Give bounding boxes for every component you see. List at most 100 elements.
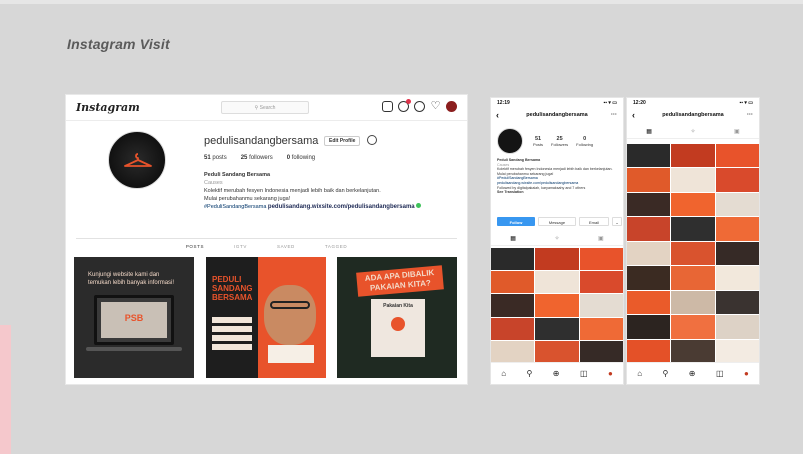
followers-count[interactable]: 25 followers [241, 155, 273, 161]
post-thumbnail[interactable] [715, 266, 759, 290]
igtv-tab-icon[interactable]: ✧ [554, 235, 559, 245]
status-icons: ▪▪ ▾ ▭ [739, 100, 753, 106]
tagged-tab-icon[interactable]: ▣ [598, 235, 604, 245]
post-2-tag-1 [212, 317, 252, 323]
post-thumbnail[interactable] [491, 271, 535, 294]
post-thumbnail[interactable] [579, 294, 623, 317]
post-thumbnail[interactable] [627, 144, 671, 168]
igtv-tab-icon[interactable]: ✧ [690, 128, 695, 138]
post-thumbnail[interactable] [491, 248, 535, 271]
bio-website-link[interactable]: pedulisandang.wixsite.com/pedulisandangb… [268, 204, 415, 210]
post-thumbnail[interactable] [627, 168, 671, 192]
grid-tab-icon[interactable]: ▦ [510, 235, 516, 245]
mobile-post-grid [491, 248, 623, 363]
profile-avatar-icon[interactable]: ● [608, 369, 613, 378]
heart-icon[interactable]: ♡ [430, 101, 441, 112]
post-thumbnail[interactable] [535, 340, 579, 363]
explore-icon[interactable] [414, 101, 425, 112]
post-2-title: PEDULI SANDANG BERSAMA [212, 275, 253, 302]
post-thumbnail[interactable] [627, 266, 671, 290]
post-thumbnail[interactable] [715, 315, 759, 339]
post-thumbnail[interactable] [491, 317, 535, 340]
post-thumbnail[interactable] [579, 271, 623, 294]
post-thumbnail[interactable] [671, 217, 715, 241]
tab-saved[interactable]: SAVED [277, 244, 295, 249]
chevron-down-icon[interactable]: ⌄ [612, 217, 622, 226]
post-thumbnail[interactable] [715, 241, 759, 266]
post-thumbnail[interactable] [627, 241, 671, 266]
post-thumbnail[interactable] [671, 339, 715, 363]
post-thumbnail-2[interactable]: PEDULI SANDANG BERSAMA [206, 257, 326, 378]
profile-picture[interactable] [108, 131, 166, 189]
shop-icon[interactable]: ◫ [716, 369, 724, 378]
post-thumbnail[interactable] [535, 317, 579, 340]
post-thumbnail[interactable] [535, 248, 579, 271]
mobile-followers-count[interactable]: 25 Followers [551, 136, 568, 147]
tagged-tab-icon[interactable]: ▣ [734, 128, 740, 138]
post-thumbnail[interactable] [715, 217, 759, 241]
post-thumbnail[interactable] [535, 294, 579, 317]
verified-check-icon [416, 203, 422, 208]
search-icon[interactable]: ⚲ [527, 369, 533, 378]
post-thumbnail[interactable] [715, 168, 759, 192]
post-thumbnail[interactable] [671, 266, 715, 290]
post-thumbnail[interactable] [715, 290, 759, 315]
post-thumbnail[interactable] [671, 241, 715, 266]
post-1-text: Kunjungi website kami dan temukan lebih … [88, 272, 175, 286]
grid-tab-icon[interactable]: ▦ [646, 128, 652, 138]
post-thumbnail[interactable] [627, 339, 671, 363]
edit-profile-button[interactable]: Edit Profile [324, 136, 361, 146]
post-thumbnail[interactable] [579, 248, 623, 271]
post-thumbnail[interactable] [579, 340, 623, 363]
following-count[interactable]: 0 following [287, 155, 315, 161]
post-thumbnail[interactable] [671, 290, 715, 315]
tab-posts[interactable]: POSTS [186, 244, 204, 249]
post-thumbnail[interactable] [715, 144, 759, 168]
post-thumbnail[interactable] [491, 294, 535, 317]
post-thumbnail[interactable] [671, 192, 715, 217]
follow-button[interactable]: Follow [497, 217, 535, 226]
instagram-logo[interactable]: Instagram [76, 101, 140, 114]
search-input[interactable]: ⚲ Search [221, 101, 309, 114]
post-thumbnail[interactable] [627, 315, 671, 339]
email-button[interactable]: Email [579, 217, 609, 226]
post-thumbnail[interactable] [671, 144, 715, 168]
mobile-bio: Peduli Sandang Bersama Causes Kolektif m… [497, 158, 617, 195]
tab-tagged[interactable]: TAGGED [325, 244, 347, 249]
post-thumbnail[interactable] [627, 217, 671, 241]
home-icon[interactable]: ⌂ [637, 369, 642, 378]
back-arrow-icon[interactable]: ‹ [496, 108, 499, 122]
more-options-icon[interactable]: ··· [747, 108, 753, 122]
bio-hashtag[interactable]: #PeduliSandangBersama [204, 204, 266, 210]
see-translation-link[interactable]: See Translation [497, 190, 617, 195]
more-options-icon[interactable]: ··· [611, 108, 617, 122]
post-thumbnail-1[interactable]: Kunjungi website kami dan temukan lebih … [74, 257, 194, 378]
add-post-icon[interactable]: ⊕ [553, 369, 560, 378]
post-thumbnail[interactable] [671, 315, 715, 339]
mobile-following-count[interactable]: 0 Following [576, 136, 593, 147]
post-thumbnail[interactable] [627, 290, 671, 315]
post-thumbnail[interactable] [715, 192, 759, 217]
settings-gear-icon[interactable] [367, 135, 377, 145]
shop-icon[interactable]: ◫ [580, 369, 588, 378]
direct-message-icon[interactable] [398, 99, 411, 112]
post-thumbnail[interactable] [671, 168, 715, 192]
tab-igtv[interactable]: IGTV [234, 244, 247, 249]
post-thumbnail[interactable] [627, 192, 671, 217]
person-glasses [270, 301, 310, 309]
post-thumbnail[interactable] [535, 271, 579, 294]
home-icon[interactable] [382, 101, 393, 112]
home-icon[interactable]: ⌂ [501, 369, 506, 378]
search-icon[interactable]: ⚲ [663, 369, 669, 378]
status-icons: ▪▪ ▾ ▭ [603, 100, 617, 106]
back-arrow-icon[interactable]: ‹ [632, 108, 635, 122]
post-thumbnail[interactable] [579, 317, 623, 340]
mobile-profile-picture[interactable] [497, 128, 523, 154]
post-thumbnail[interactable] [715, 339, 759, 363]
avatar[interactable] [446, 101, 457, 112]
post-thumbnail-3[interactable]: ADA APA DIBALIK PAKAIAN KITA? Pakaian Ki… [337, 257, 457, 378]
add-post-icon[interactable]: ⊕ [689, 369, 696, 378]
profile-avatar-icon[interactable]: ● [744, 369, 749, 378]
post-thumbnail[interactable] [491, 340, 535, 363]
message-button[interactable]: Message [538, 217, 576, 226]
